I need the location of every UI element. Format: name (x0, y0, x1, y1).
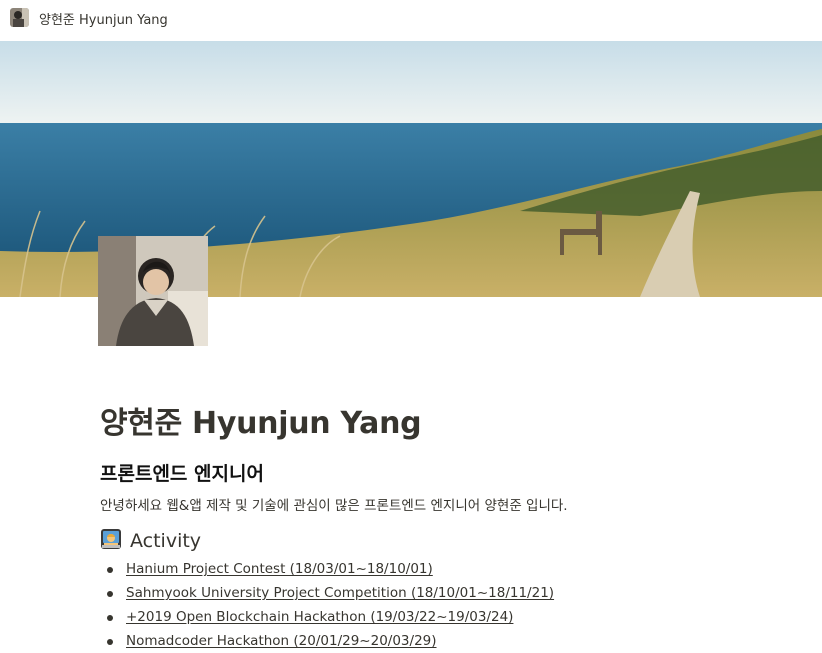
intro-text: 안녕하세요 웹&앱 제작 및 기술에 관심이 많은 프론트엔드 엔지니어 양현준… (100, 498, 568, 514)
activity-list: Hanium Project Contest (18/03/01~18/10/0… (100, 557, 554, 653)
list-item: Sahmyook University Project Competition … (100, 581, 554, 605)
activity-link[interactable]: Sahmyook University Project Competition … (126, 585, 554, 601)
subtitle-heading: 프론트엔드 엔지니어 (100, 463, 264, 485)
activity-heading: Activity (100, 528, 201, 554)
technologist-emoji-icon (100, 528, 122, 554)
page-icon[interactable] (10, 8, 29, 27)
activity-link[interactable]: Hanium Project Contest (18/03/01~18/10/0… (126, 561, 433, 577)
page-title: 양현준 Hyunjun Yang (100, 406, 422, 441)
breadcrumb-page-title[interactable]: 양현준 Hyunjun Yang (39, 9, 168, 28)
list-item: Hanium Project Contest (18/03/01~18/10/0… (100, 557, 554, 581)
bullet-icon (107, 639, 113, 645)
list-item: +2019 Open Blockchain Hackathon (19/03/2… (100, 605, 554, 629)
bullet-icon (107, 615, 113, 621)
activity-heading-text: Activity (130, 530, 202, 552)
activity-link[interactable]: +2019 Open Blockchain Hackathon (19/03/2… (126, 609, 513, 625)
top-bar: 양현준 Hyunjun Yang (0, 0, 822, 36)
bullet-icon (107, 591, 113, 597)
activity-link[interactable]: Nomadcoder Hackathon (20/01/29~20/03/29) (126, 633, 437, 649)
list-item: Nomadcoder Hackathon (20/01/29~20/03/29) (100, 629, 554, 653)
profile-photo (98, 236, 208, 346)
bullet-icon (107, 567, 113, 573)
